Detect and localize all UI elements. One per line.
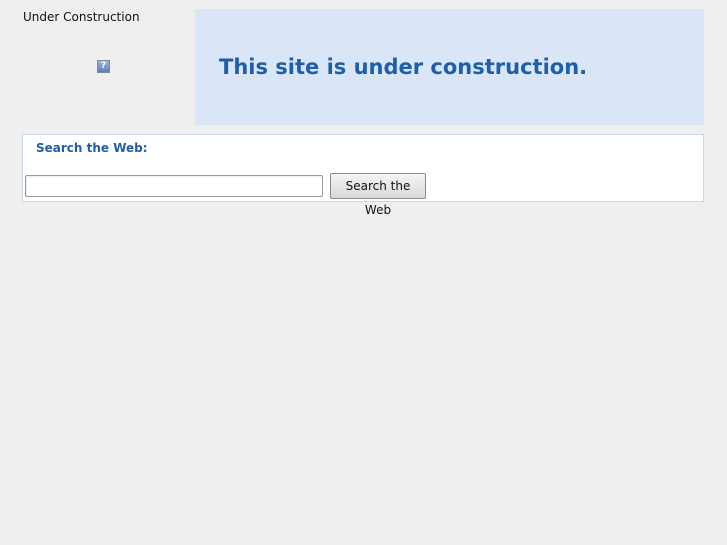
construction-banner: This site is under construction. [195, 9, 704, 125]
search-label: Search the Web: [36, 141, 148, 155]
site-title: Under Construction [23, 10, 140, 24]
page: Under Construction ? This site is under … [0, 0, 727, 545]
broken-image-icon: ? [97, 60, 110, 73]
search-panel: Search the Web: Search the Web [22, 134, 704, 217]
search-input[interactable] [25, 175, 323, 197]
search-button[interactable]: Search the Web [330, 173, 426, 217]
banner-message: This site is under construction. [219, 55, 588, 79]
